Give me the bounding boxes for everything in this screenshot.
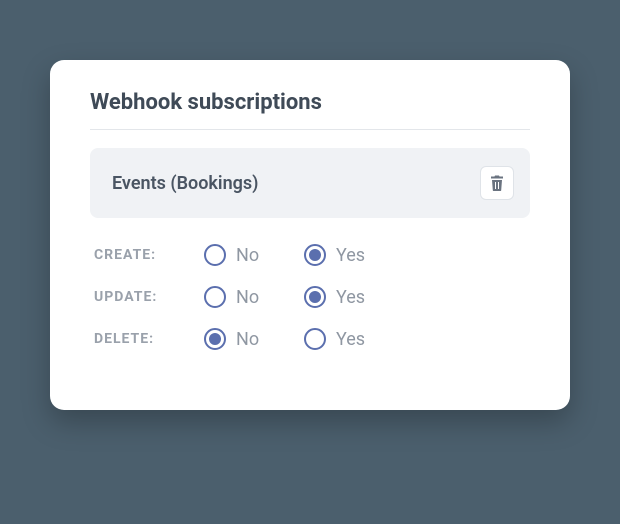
radio-delete-no[interactable]: No [204, 328, 304, 350]
event-label: Events (Bookings) [112, 173, 258, 194]
radio-label: Yes [336, 329, 365, 350]
row-label-update: UPDATE: [94, 289, 204, 305]
radio-icon [204, 328, 226, 350]
event-row: Events (Bookings) [90, 148, 530, 218]
radio-label: No [236, 287, 259, 308]
radio-icon [304, 328, 326, 350]
webhook-subscriptions-card: Webhook subscriptions Events (Bookings) … [50, 60, 570, 410]
radio-delete-yes[interactable]: Yes [304, 328, 404, 350]
radio-label: No [236, 245, 259, 266]
radio-icon [304, 244, 326, 266]
radio-icon [204, 286, 226, 308]
row-label-create: CREATE: [94, 247, 204, 263]
radio-icon [304, 286, 326, 308]
delete-event-button[interactable] [480, 166, 514, 200]
radio-label: No [236, 329, 259, 350]
radio-update-yes[interactable]: Yes [304, 286, 404, 308]
radio-create-no[interactable]: No [204, 244, 304, 266]
radio-icon [204, 244, 226, 266]
radio-create-yes[interactable]: Yes [304, 244, 404, 266]
trash-icon [490, 175, 504, 191]
radio-label: Yes [336, 245, 365, 266]
radio-label: Yes [336, 287, 365, 308]
radio-update-no[interactable]: No [204, 286, 304, 308]
divider [90, 129, 530, 130]
row-label-delete: DELETE: [94, 331, 204, 347]
card-title: Webhook subscriptions [90, 90, 530, 115]
options-grid: CREATE: No Yes UPDATE: No Yes DELETE: No… [90, 244, 530, 350]
